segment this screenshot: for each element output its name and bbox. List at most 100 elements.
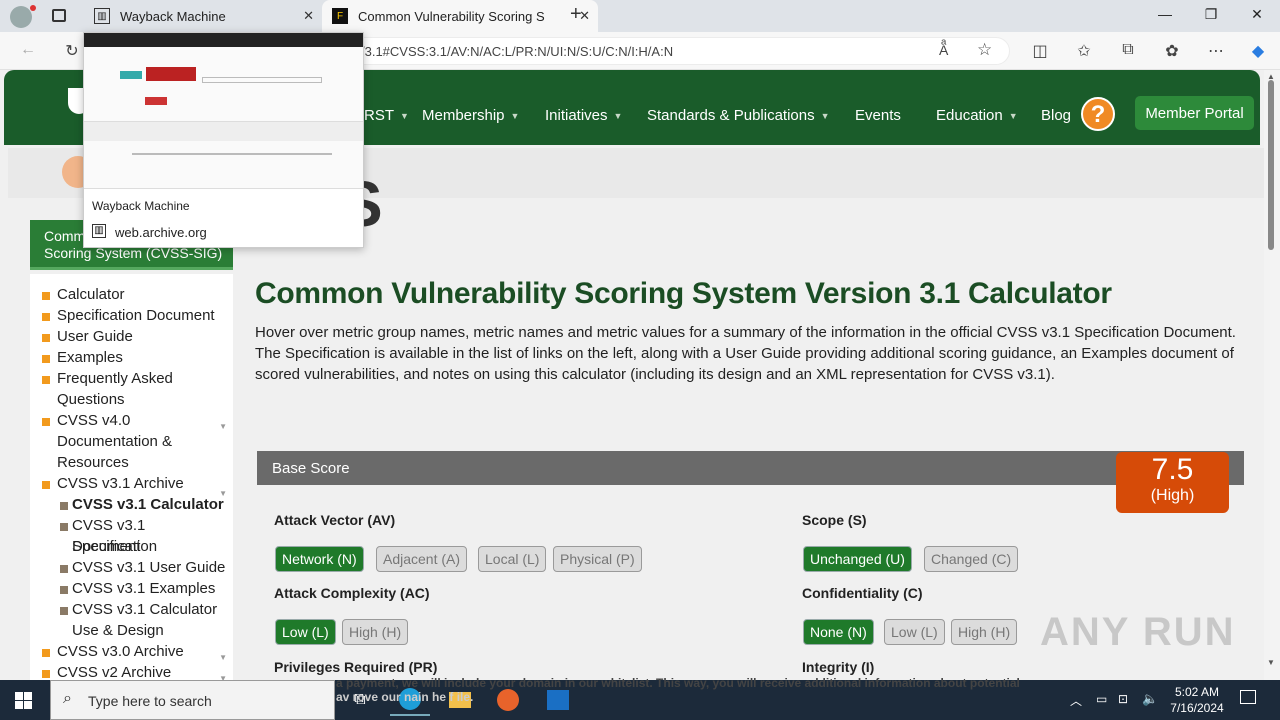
tray-device-icon[interactable]: ▭ xyxy=(1096,692,1107,706)
close-tab-icon[interactable]: ✕ xyxy=(303,8,314,24)
metric-scope[interactable]: Scope (S) xyxy=(802,512,867,528)
thumb-header xyxy=(84,33,363,47)
search-icon: ⌕ xyxy=(63,690,72,707)
option-ac-low[interactable]: Low (L) xyxy=(275,619,336,645)
read-aloud-icon[interactable]: Aͣ xyxy=(939,42,948,58)
thumb-graph xyxy=(132,153,332,155)
option-av-physical[interactable]: Physical (P) xyxy=(553,546,642,572)
chevron-down-icon[interactable]: ▼ xyxy=(219,416,227,437)
tab-label: Common Vulnerability Scoring S xyxy=(358,8,545,24)
favorites-icon[interactable]: ✩ xyxy=(1072,41,1096,61)
more-options-icon[interactable]: ⋯ xyxy=(1204,41,1228,61)
option-c-none[interactable]: None (N) xyxy=(803,619,874,645)
tab-cvss-calculator[interactable]: F Common Vulnerability Scoring S ✕ xyxy=(322,0,598,32)
main-content: Common Vulnerability Scoring System Vers… xyxy=(240,145,1264,680)
option-av-network[interactable]: Network (N) xyxy=(275,546,364,572)
refresh-icon[interactable]: ↻ xyxy=(60,41,84,61)
volume-icon[interactable]: 🔈 xyxy=(1142,691,1158,707)
thumb-logo xyxy=(120,71,142,79)
taskbar-search[interactable]: ⌕ Type here to search xyxy=(50,680,335,720)
option-av-adjacent[interactable]: Adjacent (A) xyxy=(376,546,468,572)
nav-item-membership[interactable]: Membership ▼ xyxy=(422,107,519,124)
preview-title: Wayback Machine xyxy=(92,199,190,213)
preview-url: web.archive.org xyxy=(115,225,207,240)
chevron-down-icon[interactable]: ▼ xyxy=(219,668,227,680)
first-logo-icon: F xyxy=(332,8,348,24)
page-scrollbar[interactable]: ▲ ▼ xyxy=(1264,70,1280,680)
member-portal-button[interactable]: Member Portal xyxy=(1135,96,1254,130)
chevron-down-icon: ▼ xyxy=(400,111,409,122)
thumb-wayback-logo xyxy=(146,67,196,81)
metric-privileges-required[interactable]: Privileges Required (PR) xyxy=(274,659,437,675)
option-ac-high[interactable]: High (H) xyxy=(342,619,409,645)
bullet-icon xyxy=(60,523,68,531)
chevron-down-icon[interactable]: ▼ xyxy=(219,647,227,668)
profile-icon[interactable] xyxy=(10,6,32,28)
bullet-icon xyxy=(42,334,50,342)
option-s-changed[interactable]: Changed (C) xyxy=(924,546,1019,572)
bullet-icon xyxy=(60,502,68,510)
bullet-icon xyxy=(42,649,50,657)
bullet-icon xyxy=(42,376,50,384)
favorite-star-icon[interactable]: ☆ xyxy=(977,40,992,60)
help-icon[interactable]: ? xyxy=(1081,97,1115,131)
score-value: 7.5 xyxy=(1151,453,1194,486)
bullet-icon xyxy=(42,670,50,678)
close-window-icon[interactable]: ✕ xyxy=(1242,6,1272,23)
bullet-icon xyxy=(60,607,68,615)
windows-start-icon[interactable] xyxy=(15,692,32,709)
nav-item-standards[interactable]: Standards & Publications ▼ xyxy=(647,107,830,124)
tab-actions-icon[interactable] xyxy=(52,9,66,22)
restore-icon[interactable]: ❐ xyxy=(1196,6,1226,23)
severity-label: (High) xyxy=(1150,487,1195,504)
archive-icon: ▥ xyxy=(92,224,106,238)
bullet-icon xyxy=(42,292,50,300)
metric-attack-complexity[interactable]: Attack Complexity (AC) xyxy=(274,585,430,601)
intro-text: Hover over metric group names, metric na… xyxy=(255,324,1236,383)
watermark: ANY RUN xyxy=(1040,610,1236,654)
scroll-down-icon[interactable]: ▼ xyxy=(1267,658,1275,667)
option-av-local[interactable]: Local (L) xyxy=(478,546,547,572)
bullet-icon xyxy=(42,313,50,321)
extensions-icon[interactable]: ✿ xyxy=(1160,41,1184,61)
thumb-search xyxy=(202,77,322,83)
copilot-icon[interactable]: ◆ xyxy=(1246,41,1270,61)
nav-item-education[interactable]: Education ▼ xyxy=(936,107,1018,124)
bullet-icon xyxy=(42,355,50,363)
metric-integrity[interactable]: Integrity (I) xyxy=(802,659,874,675)
metric-confidentiality[interactable]: Confidentiality (C) xyxy=(802,585,923,601)
tray-chevron-icon[interactable]: ︿ xyxy=(1070,692,1082,709)
back-icon[interactable]: ← xyxy=(16,41,40,59)
option-c-high[interactable]: High (H) xyxy=(951,619,1018,645)
bullet-icon xyxy=(60,586,68,594)
tab-wayback-machine[interactable]: ▥ Wayback Machine ✕ xyxy=(84,0,322,32)
nav-item-first[interactable]: RST ▼ xyxy=(364,107,409,124)
notifications-icon[interactable] xyxy=(1240,690,1256,704)
thumb-timeline xyxy=(84,121,363,141)
chevron-down-icon: ▼ xyxy=(820,111,830,122)
search-placeholder: Type here to search xyxy=(88,693,212,709)
preview-thumbnail xyxy=(84,33,363,189)
split-screen-icon[interactable]: ◫ xyxy=(1028,41,1052,61)
base-score-bar[interactable]: Base Score xyxy=(257,451,1244,485)
new-tab-button[interactable]: + xyxy=(570,3,582,26)
archive-icon: ▥ xyxy=(94,8,110,24)
chevron-down-icon: ▼ xyxy=(613,111,623,122)
metric-attack-vector[interactable]: Attack Vector (AV) xyxy=(274,512,395,528)
nav-item-events[interactable]: Events xyxy=(855,107,901,124)
network-icon[interactable]: ⊡ xyxy=(1118,692,1128,706)
thumb-tab xyxy=(145,97,167,105)
tab-hover-preview: Wayback Machine ▥ web.archive.org xyxy=(83,32,364,248)
clock[interactable]: 5:02 AM 7/16/2024 xyxy=(1162,684,1232,716)
browser-tab-strip: ▥ Wayback Machine ✕ F Common Vulnerabili… xyxy=(0,0,1280,32)
bullet-icon xyxy=(60,565,68,573)
notification-dot-icon xyxy=(30,5,36,11)
collections-icon[interactable]: ⧉ xyxy=(1116,41,1140,59)
nav-item-blog[interactable]: Blog xyxy=(1041,107,1071,124)
scroll-thumb[interactable] xyxy=(1268,80,1274,250)
option-s-unchanged[interactable]: Unchanged (U) xyxy=(803,546,912,572)
nav-item-initiatives[interactable]: Initiatives ▼ xyxy=(545,107,622,124)
option-c-low[interactable]: Low (L) xyxy=(884,619,945,645)
minimize-icon[interactable]: — xyxy=(1150,6,1180,22)
page-title: Common Vulnerability Scoring System Vers… xyxy=(255,277,1112,310)
